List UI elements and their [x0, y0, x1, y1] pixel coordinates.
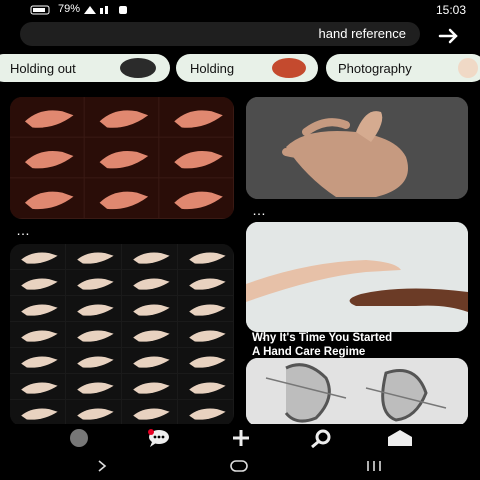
chip-holding[interactable]: Holding [176, 54, 318, 82]
chip-label: Holding [190, 61, 235, 76]
hand-thumb [66, 400, 121, 425]
search-icon[interactable] [306, 428, 336, 448]
chip-thumbnail [120, 58, 156, 78]
battery-icon [30, 5, 50, 15]
pin-hand-grid-bw[interactable] [10, 244, 234, 426]
hand-thumb [10, 348, 65, 373]
hand-thumb [66, 244, 121, 269]
hand-thumb [66, 374, 121, 399]
search-query: hand reference [318, 26, 406, 41]
hand-thumb [178, 374, 233, 399]
hand-thumb [10, 322, 65, 347]
hand-grid-image [10, 97, 233, 218]
hand-thumb [122, 374, 177, 399]
hand-thumb [84, 97, 159, 137]
chip-thumbnail [272, 58, 306, 78]
hand-thumb [66, 348, 121, 373]
hand-thumb [159, 137, 233, 178]
status-time: 15:03 [435, 3, 466, 17]
back-button-icon[interactable] [92, 459, 112, 473]
hand-thumb [178, 296, 233, 321]
messages-icon[interactable] [144, 428, 174, 448]
back-arrow-icon[interactable] [434, 26, 462, 46]
hand-thumb [10, 178, 84, 218]
pin-more-button[interactable]: … [16, 222, 31, 238]
chip-thumbnail [458, 58, 478, 78]
hand-thumb [10, 400, 65, 425]
recent-apps-icon[interactable] [364, 459, 384, 473]
caption-line: Why It's Time You Started [252, 332, 393, 344]
sketch-image [246, 358, 468, 426]
bottom-nav [0, 424, 480, 450]
two-hands-image [246, 222, 468, 332]
hand-thumb [178, 400, 233, 425]
hand-thumb [178, 322, 233, 347]
battery-percent: 79% [58, 3, 81, 15]
hand-thumb [122, 244, 177, 269]
hand-thumb [10, 137, 84, 178]
hand-thumb [66, 270, 121, 295]
pin-hand-grid-red[interactable] [10, 97, 234, 219]
hand-thumb [10, 296, 65, 321]
hand-thumb [122, 400, 177, 425]
hand-thumb [84, 137, 159, 178]
hand-grid-image [10, 244, 233, 425]
hand-thumb [159, 97, 233, 137]
status-bar: 15:03 79% [0, 0, 480, 20]
signal-icon [84, 6, 108, 14]
profile-icon[interactable] [64, 428, 94, 448]
hand-thumb [178, 348, 233, 373]
home-button-icon[interactable] [228, 459, 250, 473]
hand-thumb [10, 97, 84, 137]
hand-thumb [122, 270, 177, 295]
create-icon[interactable] [226, 428, 256, 448]
hand-thumb [10, 270, 65, 295]
hand-thumb [66, 296, 121, 321]
chip-photography[interactable]: Photography [326, 54, 480, 82]
hand-thumb [66, 322, 121, 347]
pin-hand-photo[interactable] [246, 97, 468, 199]
hand-image [246, 97, 468, 199]
hand-thumb [84, 178, 159, 218]
hand-thumb [10, 374, 65, 399]
hand-thumb [122, 296, 177, 321]
hand-thumb [159, 178, 233, 218]
pin-hand-sketch[interactable] [246, 358, 468, 426]
notification-icon [119, 6, 127, 14]
pin-more-button[interactable]: … [252, 326, 267, 342]
pin-more-button[interactable]: … [252, 202, 267, 218]
search-input[interactable]: hand reference [20, 22, 420, 46]
caption-line: A Hand Care Regime [252, 346, 366, 358]
chip-label: Holding out [10, 61, 76, 76]
hand-thumb [122, 348, 177, 373]
chip-label: Photography [338, 61, 412, 76]
hand-thumb [178, 244, 233, 269]
hand-thumb [122, 322, 177, 347]
system-nav-bar [0, 450, 480, 480]
home-icon[interactable] [385, 428, 415, 448]
pin-two-hands[interactable] [246, 222, 468, 332]
hand-thumb [10, 244, 65, 269]
chip-holding-out[interactable]: Holding out [0, 54, 170, 82]
hand-thumb [178, 270, 233, 295]
pin-caption: Why It's Time You Started A Hand Care Re… [252, 331, 472, 359]
